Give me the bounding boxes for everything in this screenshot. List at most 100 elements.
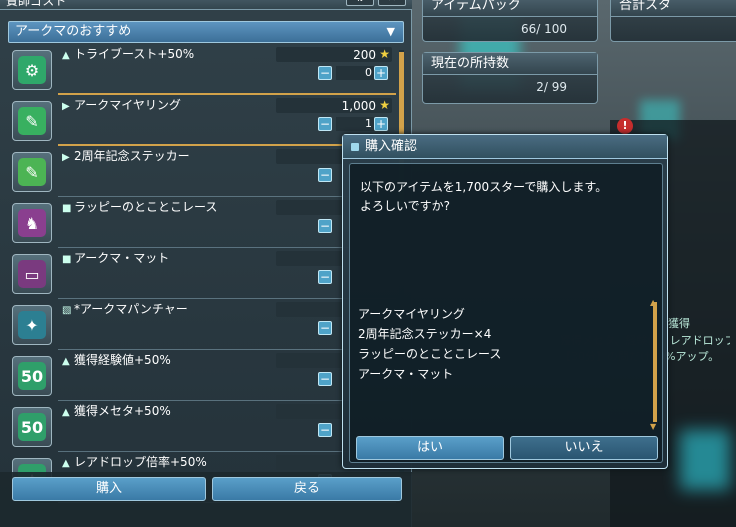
puncher-icon: ✦ (12, 305, 52, 345)
owned-count-panel: 現在の所持数 2/ 99 (422, 52, 598, 104)
item-name-label: ラッピーのとことこレース (74, 200, 218, 214)
shop-item-row[interactable]: ✦ ▧ *アークマパンチャー − (8, 299, 396, 350)
purchase-item: アークマイヤリング (358, 307, 465, 321)
shop-item-row[interactable]: ✎ ▶ アークマイヤリング 1,000 ★ −1 + (8, 95, 396, 146)
chevron-down-icon: ▼ (386, 25, 395, 38)
star-currency-icon: ★ (379, 98, 390, 112)
back-button[interactable]: 戻る (212, 477, 402, 501)
item-name: ▲ 獲得メセタ+50% (62, 402, 171, 419)
scroll-down-icon[interactable]: ▼ (650, 422, 656, 431)
item-name-label: レアドロップ倍率+50% (74, 455, 207, 469)
purchase-item: 2周年記念ステッカー×4 (358, 327, 492, 341)
dialog-scrollbar[interactable] (653, 302, 657, 422)
increase-button[interactable]: + (374, 117, 388, 131)
owned-count-label: 現在の所持数 (423, 53, 597, 75)
item-name-label: 獲得メセタ+50% (74, 404, 171, 418)
yes-button[interactable]: はい (356, 436, 504, 460)
item-pack-panel: アイテムパック 66/ 100 (422, 0, 598, 42)
item-price: 200 (353, 48, 376, 62)
quantity-stepper: −0 + (318, 66, 392, 83)
mat-icon-glyph: ▭ (18, 260, 46, 288)
item-name-label: 獲得経験値+50% (74, 353, 171, 367)
panel-title: 贅師ゴスト (6, 0, 67, 8)
decrease-button[interactable]: − (318, 66, 332, 80)
item-type-icon: ▶ (62, 152, 70, 163)
item-name: ▶ アークマイヤリング (62, 96, 181, 113)
dialog-title: 購入確認 (365, 139, 418, 154)
warning-icon: ! (617, 118, 633, 134)
item-type-icon: ▲ (62, 356, 70, 367)
category-label: アークマのおすすめ (15, 24, 132, 39)
purchase-item-list: アークマイヤリング 2周年記念ステッカー×4 ラッピーのとことこレース アークマ… (354, 304, 650, 384)
item-name-label: トライブースト+50% (74, 47, 195, 61)
exp-icon-glyph: 50 (18, 362, 46, 390)
item-type-icon: ▲ (62, 407, 70, 418)
total-star-panel: 合計スタ (610, 0, 736, 42)
star-currency-icon: ★ (379, 47, 390, 61)
decrease-button[interactable]: − (318, 372, 332, 386)
item-type-icon: ▲ (62, 50, 70, 61)
dialog-header: 購入確認 (343, 135, 667, 159)
costume-icon: ♞ (12, 203, 52, 243)
category-dropdown[interactable]: アークマのおすすめ ▼ (8, 21, 404, 43)
shop-item-row[interactable]: ⚙ ▲ トライブースト+50% 200 ★ −0 + (8, 44, 396, 95)
action-bar: 購入 戻る (0, 472, 412, 527)
puncher-icon-glyph: ✦ (18, 311, 46, 339)
quantity-value[interactable]: 1 (336, 117, 376, 131)
sticker-icon-glyph: ✎ (18, 158, 46, 186)
shop-item-row[interactable]: ♞ ■ ラッピーのとことこレース − (8, 197, 396, 248)
decrease-button[interactable]: − (318, 117, 332, 131)
no-button[interactable]: いいえ (510, 436, 658, 460)
header-bullet-icon (351, 143, 359, 151)
close-button[interactable]: ✕ (378, 0, 406, 6)
decrease-button[interactable]: − (318, 168, 332, 182)
item-name: ▧ *アークマパンチャー (62, 300, 188, 317)
sticker-icon: ✎ (12, 152, 52, 192)
total-star-label: 合計スタ (611, 0, 736, 17)
earring-icon: ✎ (12, 101, 52, 141)
sort-button[interactable]: ⇅ (346, 0, 374, 6)
item-type-icon: ■ (62, 203, 72, 214)
earring-icon-glyph: ✎ (18, 107, 46, 135)
purchase-confirm-dialog: 購入確認 以下のアイテムを1,700スターで購入します。 よろしいですか? アー… (342, 134, 668, 469)
item-price: 1,000 (341, 99, 376, 113)
mat-icon: ▭ (12, 254, 52, 294)
decrease-button[interactable]: − (318, 423, 332, 437)
item-name: ▲ 獲得経験値+50% (62, 351, 171, 368)
price-field: 1,000 ★ (276, 98, 392, 113)
meseta-icon: 50 (12, 407, 52, 447)
item-name: ■ アークマ・マット (62, 249, 169, 266)
exp-icon: 50 (12, 356, 52, 396)
quantity-value[interactable]: 0 (336, 66, 376, 80)
dialog-body: 以下のアイテムを1,700スターで購入します。 よろしいですか? アークマイヤリ… (349, 163, 663, 463)
shop-item-row[interactable]: ▭ ■ アークマ・マット − (8, 248, 396, 299)
decrease-button[interactable]: − (318, 321, 332, 335)
shop-item-row[interactable]: 50 ▲ 獲得メセタ+50% − (8, 401, 396, 452)
item-name-label: *アークマパンチャー (74, 302, 188, 316)
item-name-label: アークマイヤリング (74, 98, 181, 112)
buy-button[interactable]: 購入 (12, 477, 206, 501)
purchase-item: ラッピーのとことこレース (358, 347, 502, 361)
description-fragment: 獲得 (668, 317, 690, 330)
shop-item-row[interactable]: 50 ▲ 獲得経験値+50% − (8, 350, 396, 401)
light-glow (680, 430, 730, 490)
decrease-button[interactable]: − (318, 219, 332, 233)
decrease-button[interactable]: − (318, 270, 332, 284)
item-name-label: アークマ・マット (74, 251, 170, 265)
item-type-icon: ■ (62, 254, 72, 265)
item-name: ▲ レアドロップ倍率+50% (62, 453, 207, 470)
item-name: ▶ 2周年記念ステッカー (62, 147, 190, 164)
price-field: 200 ★ (276, 47, 392, 62)
item-type-icon: ▲ (62, 458, 70, 469)
boost-icon: ⚙ (12, 50, 52, 90)
item-name-label: 2周年記念ステッカー (74, 149, 190, 163)
panel-title-bar: 贅師ゴスト ⇅ ✕ (0, 0, 412, 10)
shop-item-row[interactable]: ✎ ▶ 2周年記念ステッカー − (8, 146, 396, 197)
item-type-icon: ▶ (62, 101, 70, 112)
item-name: ■ ラッピーのとことこレース (62, 198, 217, 215)
meseta-icon-glyph: 50 (18, 413, 46, 441)
purchase-item: アークマ・マット (358, 367, 454, 381)
boost-icon-glyph: ⚙ (18, 56, 46, 84)
quantity-stepper: −1 + (318, 117, 392, 134)
increase-button[interactable]: + (374, 66, 388, 80)
